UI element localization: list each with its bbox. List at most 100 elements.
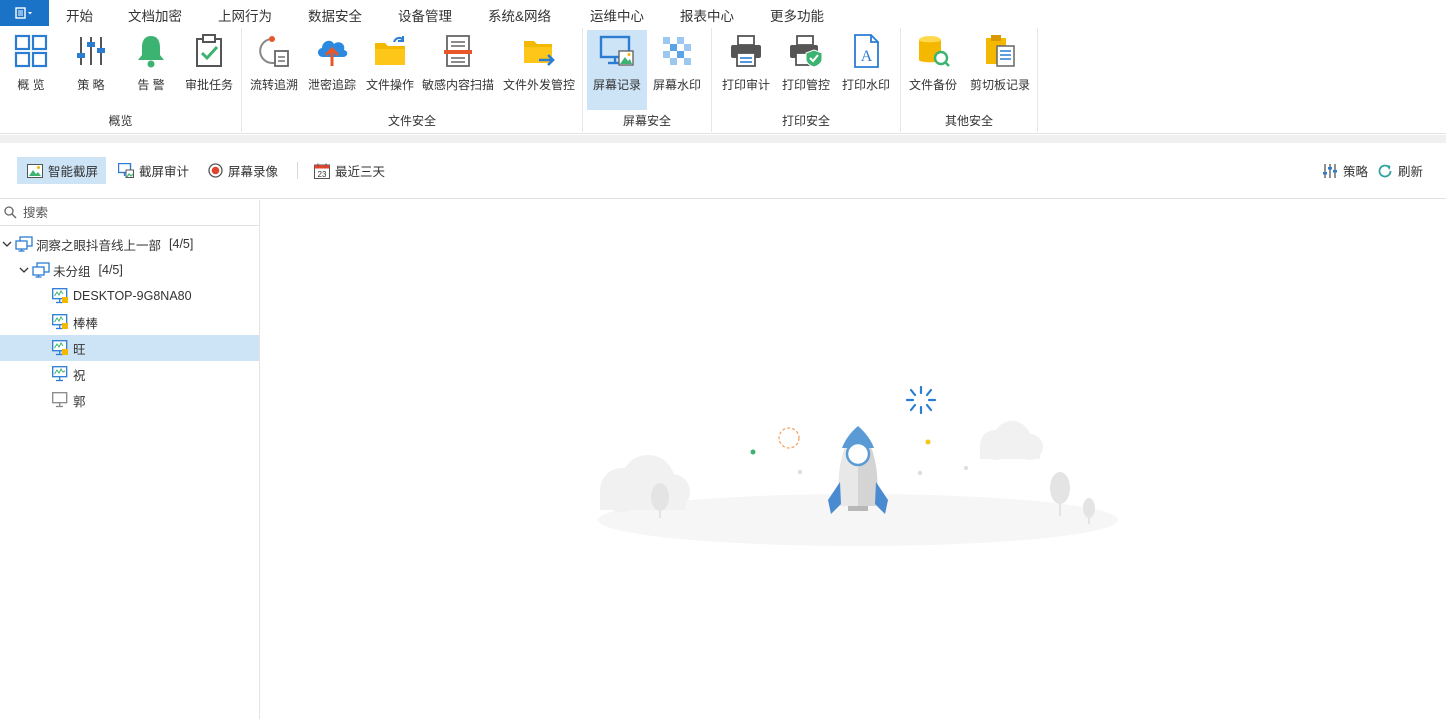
file-send-control-label: 文件外发管控: [502, 78, 575, 92]
chevron-down-icon[interactable]: [19, 265, 29, 275]
file-send-control-button[interactable]: 文件外发管控: [500, 30, 578, 108]
tree-item-label: 旺: [73, 342, 86, 357]
calendar-icon: 23: [314, 163, 330, 179]
screenshot-audit-icon: [118, 163, 134, 178]
sensitive-scan-button[interactable]: 敏感内容扫描: [422, 30, 494, 108]
policy-label: 策 略: [77, 78, 105, 92]
search-icon[interactable]: [4, 206, 17, 219]
app-menu-button[interactable]: [0, 0, 49, 26]
print-watermark-label: 打印水印: [841, 78, 890, 92]
screen-record-label: 屏幕记录: [592, 78, 641, 92]
alarm-bell-icon: [138, 36, 164, 68]
screen-watermark-button[interactable]: 屏幕水印: [649, 30, 705, 108]
screen-record-button[interactable]: 屏幕记录: [587, 30, 647, 110]
menu-device-management[interactable]: 设备管理: [398, 5, 452, 28]
smart-screenshot-button[interactable]: 智能截屏: [17, 157, 107, 184]
ribbon-group-label-file-security: 文件安全: [387, 114, 436, 128]
tree-item-label: 洞察之眼抖音线上一部: [36, 238, 162, 253]
ribbon-group-label-print-security: 打印安全: [781, 114, 830, 128]
file-backup-icon: [919, 36, 950, 67]
ribbon-group-print-security: 打印审计 打印管控 A 打印水印 打印安全: [712, 28, 901, 132]
file-operation-button[interactable]: 文件操作: [364, 30, 416, 108]
toolbar-divider: [297, 162, 298, 179]
leak-cloud-icon: [317, 40, 348, 66]
chevron-down-icon[interactable]: [2, 239, 12, 249]
file-operation-label: 文件操作: [365, 78, 414, 92]
ribbon-group-screen-security: 屏幕记录 屏幕水印 屏幕安全: [583, 28, 712, 132]
print-audit-icon: [731, 35, 761, 67]
ribbon-group-other-security: 文件备份 剪切板记录 其他安全: [901, 28, 1038, 132]
screen-video-button[interactable]: 屏幕录像: [198, 157, 286, 184]
menu-start[interactable]: 开始: [66, 5, 93, 28]
menu-doc-encryption[interactable]: 文档加密: [128, 5, 182, 28]
approval-task-label: 审批任务: [184, 78, 233, 92]
print-control-button[interactable]: 打印管控: [778, 30, 834, 108]
overview-label: 概 览: [17, 78, 45, 92]
tree-search-input[interactable]: [23, 205, 243, 220]
menu-report-center[interactable]: 报表中心: [680, 5, 734, 28]
print-watermark-icon: A: [854, 34, 879, 68]
flow-trace-icon: [259, 36, 289, 67]
tree-item-root-group[interactable]: 洞察之眼抖音线上一部 [4/5]: [0, 231, 259, 257]
clipboard-record-button[interactable]: 剪切板记录: [967, 30, 1033, 108]
approval-task-button[interactable]: 审批任务: [182, 30, 236, 108]
clipboard-record-label: 剪切板记录: [969, 78, 1030, 92]
ribbon-group-overview: 概 览 策 略 告 警 审批任务 概览: [0, 28, 242, 132]
policy-toolbar-label: 策略: [1343, 165, 1369, 179]
file-send-icon: [524, 41, 555, 66]
alarm-button[interactable]: 告 警: [126, 30, 176, 108]
menu-ops-center[interactable]: 运维中心: [590, 5, 644, 28]
print-audit-label: 打印审计: [721, 78, 770, 92]
loading-spinner-icon: [905, 385, 937, 415]
locked-computer-icon: [52, 314, 68, 330]
computer-group-icon: [32, 262, 50, 278]
refresh-icon: [1378, 164, 1392, 177]
sensitive-scan-icon: [444, 35, 472, 67]
print-audit-button[interactable]: 打印审计: [718, 30, 774, 108]
locked-computer-icon: [52, 288, 68, 304]
ribbon-group-label-other-security: 其他安全: [944, 114, 993, 128]
computer-group-icon: [15, 236, 33, 252]
ribbon-group-file-security: 流转追溯 泄密追踪 文件操作 敏感内容扫描 文件外发管控 文件安全: [242, 28, 583, 132]
leak-trace-button[interactable]: 泄密追踪: [306, 30, 358, 108]
clipboard-record-icon: [986, 35, 1015, 67]
print-control-icon: [790, 35, 823, 68]
refresh-label: 刷新: [1398, 165, 1424, 179]
overview-button[interactable]: 概 览: [6, 30, 56, 108]
tree-item-computer[interactable]: 棒棒: [0, 309, 259, 335]
flow-trace-button[interactable]: 流转追溯: [248, 30, 300, 108]
tree-item-computer[interactable]: DESKTOP-9G8NA80: [0, 283, 259, 309]
file-backup-button[interactable]: 文件备份: [905, 30, 961, 108]
menu-more-features[interactable]: 更多功能: [770, 5, 824, 28]
date-range-button[interactable]: 23 最近三天: [304, 157, 393, 184]
print-watermark-button[interactable]: A 打印水印: [838, 30, 894, 108]
menu-system-network[interactable]: 系统&网络: [488, 5, 551, 28]
empty-state-rocket-illustration: [598, 385, 1118, 546]
refresh-button[interactable]: 刷新: [1367, 157, 1431, 184]
flow-trace-label: 流转追溯: [249, 78, 298, 92]
tree-item-count: [4/5]: [169, 237, 194, 251]
tree-item-computer[interactable]: 郭: [0, 387, 259, 413]
tree-item-ungrouped[interactable]: 未分组 [4/5]: [0, 257, 259, 283]
tree-item-label: 郭: [73, 394, 86, 409]
leak-trace-label: 泄密追踪: [307, 78, 356, 92]
screen-record-icon: [599, 35, 634, 66]
tree-item-count: [4/5]: [98, 263, 123, 277]
screenshot-audit-button[interactable]: 截屏审计: [108, 157, 197, 184]
policy-button[interactable]: 策 略: [66, 30, 116, 108]
screen-watermark-label: 屏幕水印: [652, 78, 701, 92]
screen-record-content-area: [260, 200, 1446, 719]
date-range-label: 最近三天: [335, 165, 386, 179]
image-icon: [27, 163, 43, 178]
policy-sliders-icon: [1323, 163, 1337, 178]
menu-web-behavior[interactable]: 上网行为: [218, 5, 272, 28]
online-computer-icon: [52, 366, 68, 382]
tree-item-computer-selected[interactable]: 旺: [0, 335, 259, 361]
tree-item-label: DESKTOP-9G8NA80: [73, 289, 192, 303]
screen-record-toolbar: 智能截屏 截屏审计 屏幕录像 23 最近三天 策略 刷新: [0, 143, 1446, 199]
screen-video-label: 屏幕录像: [228, 165, 279, 179]
sensitive-scan-label: 敏感内容扫描: [422, 78, 495, 92]
tree-item-computer[interactable]: 祝: [0, 361, 259, 387]
menu-data-security[interactable]: 数据安全: [308, 5, 362, 30]
tree-search-bar: [0, 200, 259, 226]
